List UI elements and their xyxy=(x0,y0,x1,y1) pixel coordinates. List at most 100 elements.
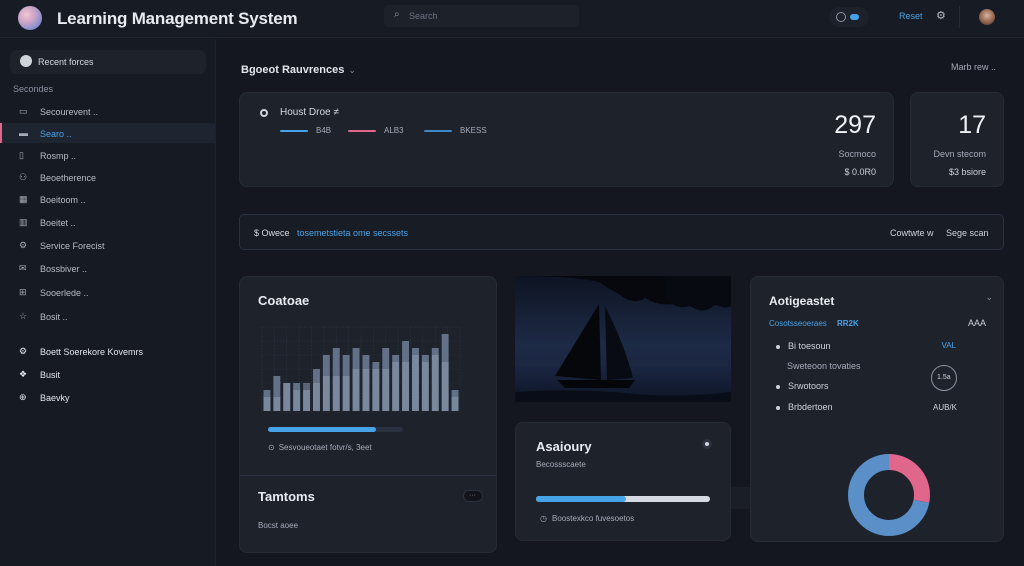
sidebar-item[interactable]: ✉ Bossbiver .. xyxy=(0,258,215,278)
progress-bar xyxy=(268,427,403,432)
settings-icon: ⚙ xyxy=(19,346,28,356)
legend-swatch xyxy=(348,130,376,132)
list-item-value: VAL xyxy=(941,341,956,350)
list-item[interactable]: Bi toesoun xyxy=(776,341,831,351)
radio-icon[interactable] xyxy=(260,109,268,117)
sidebar-item-label: Bossbiver .. xyxy=(40,264,88,274)
activity-progress xyxy=(536,496,710,502)
more-button[interactable]: ··· xyxy=(463,490,483,502)
details-tag-code[interactable]: RR2K xyxy=(837,319,859,328)
sidebar-item-label: Searo .. xyxy=(40,129,72,139)
sidebar-item[interactable]: ▦ Boeitoom .. xyxy=(0,189,215,209)
active-indicator xyxy=(0,123,2,143)
chart-bar xyxy=(392,362,400,411)
legend-label: B4B xyxy=(316,126,332,135)
sidebar-top-label: Recent forces xyxy=(38,57,94,67)
ring-label: 1.5a xyxy=(937,374,951,381)
sidebar-item-active[interactable]: ▬ Searo .. xyxy=(0,123,215,143)
banner-action-1[interactable]: Cowtwte w xyxy=(890,228,934,238)
list-item-sub: Sweteoon tovaties xyxy=(787,361,861,371)
gear-icon: ⚙ xyxy=(19,240,28,250)
chart-bar xyxy=(303,383,311,411)
banner-action-2[interactable]: Sege scan xyxy=(946,228,989,238)
options-icon[interactable] xyxy=(702,439,712,449)
legend-label: ALB3 xyxy=(384,126,404,135)
stat-label: Devn stecom xyxy=(933,149,986,159)
sidebar-top-button[interactable]: Recent forces xyxy=(10,50,206,74)
chevron-down-icon[interactable]: ⌄ xyxy=(348,65,356,75)
sidebar-item[interactable]: ▭ Secourevent .. xyxy=(0,101,215,121)
app-logo[interactable] xyxy=(18,6,42,30)
details-title: Aotigeastet xyxy=(769,294,835,308)
activity-note: ◷ Boostexkco fuvesoetos xyxy=(540,514,634,523)
details-tag[interactable]: Cosotsseoeraes xyxy=(769,319,827,328)
list-item[interactable]: Srwotoors xyxy=(776,381,829,391)
bullet-icon xyxy=(776,384,780,389)
list-item-label: Srwotoors xyxy=(788,381,829,391)
chart-bar xyxy=(411,355,419,411)
details-tag-right: AAA xyxy=(967,318,986,328)
info-icon: ⊙ xyxy=(268,443,275,452)
sidebar-item[interactable]: ⚙ Service Forecist xyxy=(0,235,215,255)
reset-link[interactable]: Reset xyxy=(899,11,923,21)
chart-bar xyxy=(441,362,449,411)
more-icon: ··· xyxy=(469,492,476,499)
folder-icon: ▬ xyxy=(19,128,28,138)
toggle-icon xyxy=(836,12,846,22)
profile-icon xyxy=(20,55,32,67)
sidebar-footer-item[interactable]: ⊕ Baevky xyxy=(0,387,215,407)
activity-sub: Becossscaete xyxy=(536,460,586,469)
toggle-control[interactable] xyxy=(829,7,869,27)
list-item[interactable]: Brbdertoen xyxy=(776,402,833,412)
list-item-value: AUB/K xyxy=(932,403,957,412)
sidebar-item[interactable]: ☆ Bosit .. xyxy=(0,306,215,326)
donut-chart xyxy=(848,454,930,536)
banner-link[interactable]: tosemetstieta ome secssets xyxy=(297,228,408,238)
bar-chart xyxy=(261,326,461,412)
section-title: Tamtoms xyxy=(258,489,315,504)
chart-bar xyxy=(402,362,410,411)
activity-title: Asaioury xyxy=(536,439,592,454)
sidebar-item[interactable]: ⊞ Sooerlede .. xyxy=(0,282,215,302)
chart-bar xyxy=(283,383,291,411)
avatar[interactable] xyxy=(979,9,995,25)
breadcrumb: Bgoeot Rauvrences xyxy=(241,64,345,76)
sidebar-item-label: Boett Soerekore Kovemrs xyxy=(40,347,144,357)
top-bar: Learning Management System ⌕ Search Rese… xyxy=(0,0,1024,38)
details-card: Aotigeastet ⌄ Cosotsseoeraes RR2K AAA Bi… xyxy=(750,276,1004,542)
help-icon: ⊕ xyxy=(19,392,27,402)
search-box[interactable]: ⌕ Search xyxy=(384,5,579,27)
chart-bar xyxy=(273,397,281,411)
message-icon: ✉ xyxy=(19,263,27,273)
sidebar-item[interactable]: ▥ Boeitet .. xyxy=(0,212,215,232)
bell-icon[interactable]: ⚙ xyxy=(936,9,946,22)
grid-icon: ⊞ xyxy=(19,287,27,297)
divider xyxy=(959,6,960,28)
sidebar-footer-item[interactable]: ⚙ Boett Soerekore Kovemrs xyxy=(0,341,215,361)
filter-dropdown[interactable]: Marb rew .. xyxy=(951,62,996,72)
summary-sub-label: Socmoco xyxy=(838,149,876,159)
sidebar-item-label: Boeitoom .. xyxy=(40,195,86,205)
search-input[interactable]: Search xyxy=(409,11,438,21)
chart-bar xyxy=(352,369,360,411)
sidebar-item[interactable]: ▯ Rosmp .. xyxy=(0,145,215,165)
legend-swatch xyxy=(280,130,308,132)
chart-note: ⊙ Sesvoueotaet fotvr/s, 3eet xyxy=(268,443,372,452)
bullet-icon xyxy=(776,405,780,410)
chart-bar xyxy=(342,376,350,411)
sidebar: Recent forces Secondes ▭ Secourevent .. … xyxy=(0,39,216,566)
chart-bar xyxy=(322,376,330,411)
chart-bar xyxy=(451,397,459,411)
activity-card: Asaioury Becossscaete ◷ Boostexkco fuveso… xyxy=(515,422,731,541)
stat-card: 17 Devn stecom $3 bsiore xyxy=(910,92,1004,187)
sidebar-footer-item[interactable]: ❖ Busit xyxy=(0,364,215,384)
sidebar-item-label: Sooerlede .. xyxy=(40,288,89,298)
bookmark-icon: ❖ xyxy=(19,369,28,379)
chevron-icon[interactable]: ⌄ xyxy=(985,292,993,303)
banner-prefix: $ Owece xyxy=(254,228,290,238)
chart-bar xyxy=(293,390,301,411)
summary-sub-value: $ 0.0R0 xyxy=(844,167,876,177)
chart-bar xyxy=(372,369,380,411)
sidebar-item-label: Bosit .. xyxy=(40,312,68,322)
sidebar-item[interactable]: ⚇ Beoetherence xyxy=(0,167,215,187)
